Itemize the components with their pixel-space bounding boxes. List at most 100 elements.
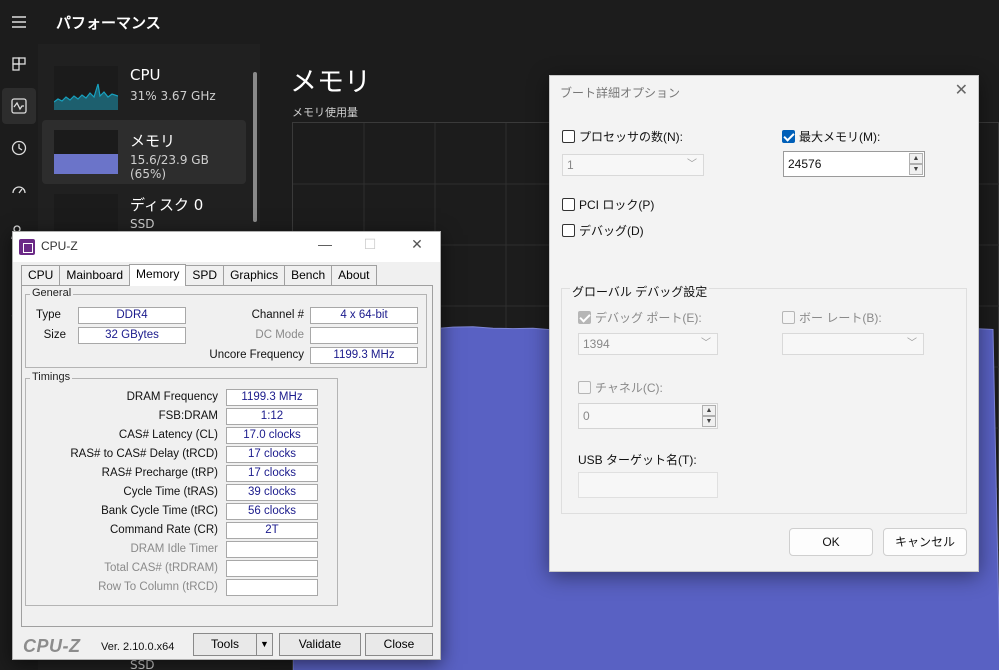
cpuz-tabs: CPU Mainboard Memory SPD Graphics Bench … (21, 264, 377, 286)
spin-down-icon[interactable]: ▼ (702, 416, 716, 427)
channel-value[interactable]: 0 (583, 409, 590, 423)
timing-value: 56 clocks (226, 503, 318, 520)
cancel-button[interactable]: キャンセル (883, 528, 967, 556)
cpuz-app-icon (19, 239, 35, 255)
timing-label: Bank Cycle Time (tRC) (101, 505, 218, 517)
spin-up-icon[interactable]: ▲ (702, 405, 716, 416)
usb-target-input[interactable] (578, 472, 718, 498)
ok-button[interactable]: OK (789, 528, 873, 556)
memory-mini-graph (54, 130, 118, 174)
hamburger-menu-icon[interactable] (0, 4, 38, 40)
timing-value: 1:12 (226, 408, 318, 425)
validate-button[interactable]: Validate (279, 633, 361, 656)
cpuz-logo: CPU-Z (23, 636, 81, 656)
channel-label: チャネル(C): (595, 381, 663, 395)
num-processors-label: プロセッサの数(N): (579, 130, 683, 144)
global-debug-title: グローバル デバッグ設定 (570, 283, 710, 300)
tab-mainboard[interactable]: Mainboard (59, 265, 131, 285)
timing-value: 17 clocks (226, 465, 318, 482)
tab-about[interactable]: About (331, 265, 377, 285)
spin-up-icon[interactable]: ▲ (909, 153, 923, 164)
checkbox-box[interactable] (578, 381, 591, 394)
timings-group: Timings DRAM Frequency 1199.3 MHz FSB:DRAM… (25, 371, 338, 606)
tab-graphics[interactable]: Graphics (223, 265, 286, 285)
timing-label: Total CAS# (tRDRAM) (104, 562, 218, 574)
tools-dropdown-icon[interactable]: ▼ (256, 633, 273, 656)
tools-button[interactable]: Tools (193, 633, 257, 656)
tab-cpu[interactable]: CPU (21, 265, 61, 285)
startup-apps-icon[interactable] (0, 172, 38, 208)
debug-label: デバッグ(D) (579, 224, 644, 238)
checkbox-box[interactable] (562, 130, 575, 143)
close-icon[interactable]: ✕ (955, 80, 968, 100)
perf-item-cpu[interactable]: CPU 31% 3.67 GHz (42, 56, 246, 120)
channel-value: 4 x 64-bit (310, 307, 418, 324)
checkbox-box[interactable] (562, 224, 575, 237)
minimize-icon[interactable]: — (313, 236, 337, 252)
pci-lock-label: PCI ロック(P) (579, 198, 655, 212)
type-label: Type (36, 309, 61, 321)
checkbox-box[interactable] (562, 198, 575, 211)
baud-rate-checkbox[interactable]: ボー レート(B): (782, 309, 882, 326)
debug-port-checkbox[interactable]: デバッグ ポート(E): (578, 309, 702, 326)
max-memory-value[interactable]: 24576 (788, 157, 821, 171)
num-processors-checkbox[interactable]: プロセッサの数(N): (562, 128, 683, 145)
chevron-down-icon: ﹀ (701, 338, 711, 349)
chevron-down-icon: ﹀ (687, 159, 697, 170)
close-button[interactable]: Close (365, 633, 433, 656)
debug-port-combo[interactable]: 1394 ﹀ (578, 333, 718, 355)
max-memory-checkbox[interactable]: 最大メモリ(M): (782, 128, 880, 145)
tab-memory[interactable]: Memory (129, 264, 187, 286)
max-memory-spinner[interactable]: 24576 ▲ ▼ (783, 151, 925, 177)
channel-spinner[interactable]: 0 ▲ ▼ (578, 403, 718, 429)
timing-value: 17 clocks (226, 446, 318, 463)
global-debug-group: グローバル デバッグ設定 デバッグ ポート(E): 1394 ﹀ ボー レート(… (561, 283, 967, 514)
channel-label: Channel # (251, 309, 304, 321)
debug-port-value: 1394 (583, 337, 610, 351)
app-history-icon[interactable] (0, 130, 38, 166)
timing-value: 17.0 clocks (226, 427, 318, 444)
close-icon[interactable]: ✕ (405, 236, 429, 253)
checkbox-box[interactable] (782, 311, 795, 324)
num-processors-combo[interactable]: 1 ﹀ (562, 154, 704, 176)
perf-item-name: メモリ (130, 132, 176, 150)
tab-spd[interactable]: SPD (185, 265, 225, 285)
cpuz-memory-panel: General Type DDR4 Size 32 GBytes Channel… (21, 285, 433, 627)
dialog-title: ブート詳細オプション (560, 86, 681, 100)
channel-checkbox[interactable]: チャネル(C): (578, 379, 663, 396)
timing-label: Cycle Time (tRAS) (123, 486, 218, 498)
baud-rate-combo[interactable]: ﹀ (782, 333, 924, 355)
list-scrollbar[interactable] (253, 72, 257, 222)
timing-label: Row To Column (tRCD) (98, 581, 218, 593)
perf-item-detail: SSD (130, 217, 155, 231)
spin-down-icon[interactable]: ▼ (909, 164, 923, 175)
uncore-frequency-label: Uncore Frequency (209, 349, 304, 361)
cpuz-footer: CPU-Z Ver. 2.10.0.x64 Tools ▼ Validate C… (13, 630, 440, 660)
cpuz-titlebar[interactable]: CPU-Z — ☐ ✕ (13, 232, 440, 262)
perf-item-detail: 15.6/23.9 GB (65%) (130, 153, 209, 181)
checkbox-box[interactable] (578, 311, 591, 324)
boot-options-titlebar[interactable]: ブート詳細オプション ✕ (550, 76, 978, 106)
perf-item-detail: 31% 3.67 GHz (130, 89, 216, 103)
cpuz-title: CPU-Z (41, 239, 78, 253)
timing-value: 39 clocks (226, 484, 318, 501)
debug-checkbox[interactable]: デバッグ(D) (562, 222, 644, 239)
timing-value (226, 579, 318, 596)
baud-rate-label: ボー レート(B): (799, 311, 882, 325)
timing-value (226, 560, 318, 577)
timing-label: DRAM Idle Timer (130, 543, 218, 555)
tab-bench[interactable]: Bench (284, 265, 333, 285)
processes-icon[interactable] (0, 46, 38, 82)
checkbox-box[interactable] (782, 130, 795, 143)
timing-label: RAS# Precharge (tRP) (101, 467, 218, 479)
perf-item-name: CPU (130, 66, 161, 84)
performance-icon[interactable] (2, 88, 36, 124)
pci-lock-checkbox[interactable]: PCI ロック(P) (562, 196, 654, 213)
timing-label: RAS# to CAS# Delay (tRCD) (70, 448, 218, 460)
page-title: パフォーマンス (56, 14, 161, 32)
maximize-icon[interactable]: ☐ (358, 236, 382, 253)
timing-label: CAS# Latency (CL) (118, 429, 218, 441)
chevron-down-icon: ﹀ (907, 338, 917, 349)
perf-item-memory[interactable]: メモリ 15.6/23.9 GB (65%) (42, 120, 246, 184)
timings-group-title: Timings (30, 371, 73, 383)
